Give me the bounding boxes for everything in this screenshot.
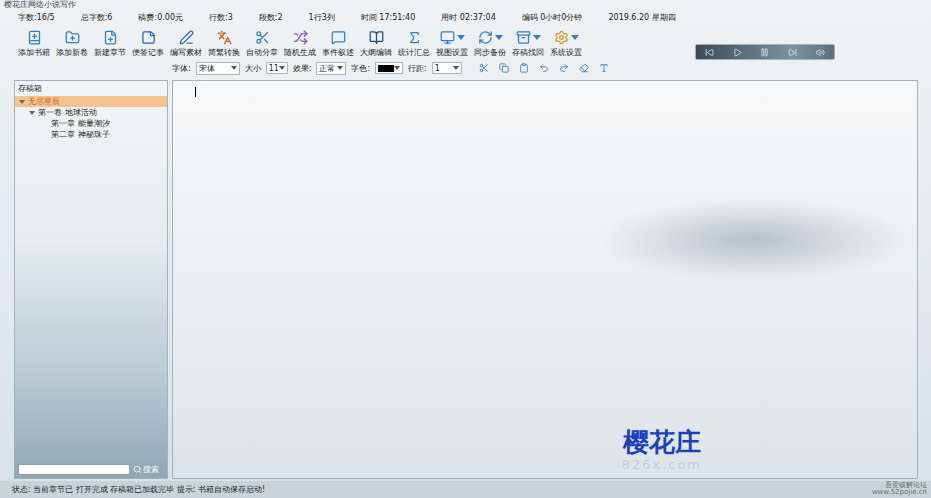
format-tool-icon[interactable] bbox=[559, 63, 569, 73]
format-bar: 字体:宋体大小11效果:正常字色:行距:1 bbox=[0, 60, 931, 76]
format-tool-icon[interactable] bbox=[599, 63, 609, 73]
info-item: 总字数:6 bbox=[81, 12, 113, 23]
info-item: 稿费:0.00元 bbox=[138, 12, 183, 23]
app-window: 樱花庄网络小说写作字数:16/5 总字数:6 稿费:0.00元 行数:3 段数:2 1行3… bbox=[0, 0, 931, 498]
sidebar-title: 存稿箱 bbox=[15, 81, 167, 96]
toolbar: 添加书籍添加新卷新建章节便签记事编写素材简繁转换自动分章随机生成事件叙述大纲编辑… bbox=[0, 24, 931, 60]
toolbar-icon bbox=[516, 30, 531, 45]
tree-item[interactable]: 无尽星辰 bbox=[15, 96, 167, 107]
effect-select[interactable]: 正常 bbox=[316, 62, 346, 75]
toolbar-icon bbox=[369, 30, 384, 45]
toolbar-button[interactable]: 随机生成 bbox=[282, 29, 318, 58]
toolbar-icon bbox=[65, 30, 80, 45]
info-bar: 字数:16/5 总字数:6 稿费:0.00元 行数:3 段数:2 1行3列 时间 17:51… bbox=[0, 10, 931, 24]
toolbar-icon bbox=[179, 30, 194, 45]
format-tool-icon[interactable] bbox=[499, 63, 509, 73]
info-item: 字数:16/5 bbox=[18, 12, 55, 23]
format-tool-icon[interactable] bbox=[479, 63, 489, 73]
toolbar-icon bbox=[217, 30, 232, 45]
toolbar-button[interactable]: 大纲编辑 bbox=[358, 29, 394, 58]
toolbar-button[interactable]: 统计汇总 bbox=[396, 29, 432, 58]
media-control-icon[interactable] bbox=[733, 48, 742, 57]
text-editor[interactable]: 樱花庄826x.com bbox=[172, 80, 918, 479]
color-select[interactable] bbox=[375, 62, 403, 74]
window-title: 樱花庄网络小说写作 bbox=[0, 0, 931, 10]
size-select[interactable]: 11 bbox=[266, 62, 288, 74]
dropdown-caret-icon[interactable] bbox=[571, 35, 579, 40]
search-row: 搜索 bbox=[15, 461, 167, 478]
toolbar-icon bbox=[27, 30, 42, 45]
toolbar-button[interactable]: 简繁转换 bbox=[206, 29, 242, 58]
expand-arrow-icon[interactable] bbox=[29, 111, 35, 115]
status-bar: 状态: 当前章节已 打开完成 存稿箱已加载完毕 提示: 书籍自动保存启动! bbox=[0, 481, 931, 498]
toolbar-icon bbox=[440, 30, 455, 45]
toolbar-button[interactable]: 视图设置 bbox=[434, 29, 470, 58]
toolbar-icon bbox=[255, 30, 270, 45]
format-tool-icon[interactable] bbox=[519, 63, 529, 73]
site-mark: 吾爱破解论坛www.52pojie.cn bbox=[872, 482, 927, 497]
toolbar-icon bbox=[478, 30, 493, 45]
tree-item[interactable]: 第二章 神秘珠子 bbox=[15, 129, 167, 140]
tree-item[interactable]: 第一卷 地球活动 bbox=[15, 107, 167, 118]
toolbar-button[interactable]: 同步备份 bbox=[472, 29, 508, 58]
toolbar-button[interactable]: 存稿找回 bbox=[510, 29, 546, 58]
toolbar-button[interactable]: 添加新卷 bbox=[54, 29, 90, 58]
tree-item[interactable]: 第一章 能量潮汐 bbox=[15, 118, 167, 129]
media-control-icon[interactable] bbox=[705, 48, 714, 57]
toolbar-button[interactable]: 系统设置 bbox=[548, 29, 584, 58]
search-button[interactable]: 搜索 bbox=[133, 464, 159, 475]
toolbar-button[interactable]: 自动分章 bbox=[244, 29, 280, 58]
info-item: 1行3列 bbox=[309, 12, 335, 23]
info-item: 编码 0小时0分钟 bbox=[522, 12, 583, 23]
toolbar-icon bbox=[293, 30, 308, 45]
media-control-icon[interactable] bbox=[816, 48, 825, 57]
sidebar: 存稿箱无尽星辰第一卷 地球活动第一章 能量潮汐第二章 神秘珠子搜索 bbox=[14, 80, 168, 479]
watermark: 樱花庄826x.com bbox=[622, 428, 702, 472]
info-item: 段数:2 bbox=[259, 12, 283, 23]
toolbar-button[interactable]: 便签记事 bbox=[130, 29, 166, 58]
dropdown-caret-icon[interactable] bbox=[457, 35, 465, 40]
media-control-icon[interactable] bbox=[788, 48, 797, 57]
format-tool-icon[interactable] bbox=[579, 63, 589, 73]
search-input[interactable] bbox=[18, 464, 130, 475]
info-item: 行数:3 bbox=[209, 12, 233, 23]
toolbar-icon bbox=[141, 30, 156, 45]
toolbar-button[interactable]: 事件叙述 bbox=[320, 29, 356, 58]
expand-arrow-icon[interactable] bbox=[19, 100, 25, 104]
spacing-select[interactable]: 1 bbox=[432, 62, 462, 74]
info-item: 2019.6.20 星期四 bbox=[608, 12, 675, 23]
media-bar bbox=[695, 44, 835, 60]
toolbar-icon bbox=[554, 30, 569, 45]
dropdown-caret-icon[interactable] bbox=[495, 35, 503, 40]
format-tool-icon[interactable] bbox=[539, 63, 549, 73]
toolbar-icon bbox=[331, 30, 346, 45]
toolbar-button[interactable]: 新建章节 bbox=[92, 29, 128, 58]
info-item: 用时 02:37:04 bbox=[441, 12, 495, 23]
toolbar-button[interactable]: 编写素材 bbox=[168, 29, 204, 58]
font-select[interactable]: 宋体 bbox=[196, 62, 240, 75]
toolbar-icon bbox=[407, 30, 422, 45]
info-item: 时间 17:51:40 bbox=[361, 12, 415, 23]
search-icon bbox=[133, 465, 142, 474]
text-caret bbox=[195, 87, 196, 97]
dropdown-caret-icon[interactable] bbox=[533, 35, 541, 40]
media-control-icon[interactable] bbox=[760, 48, 769, 57]
toolbar-icon bbox=[103, 30, 118, 45]
toolbar-button[interactable]: 添加书籍 bbox=[16, 29, 52, 58]
